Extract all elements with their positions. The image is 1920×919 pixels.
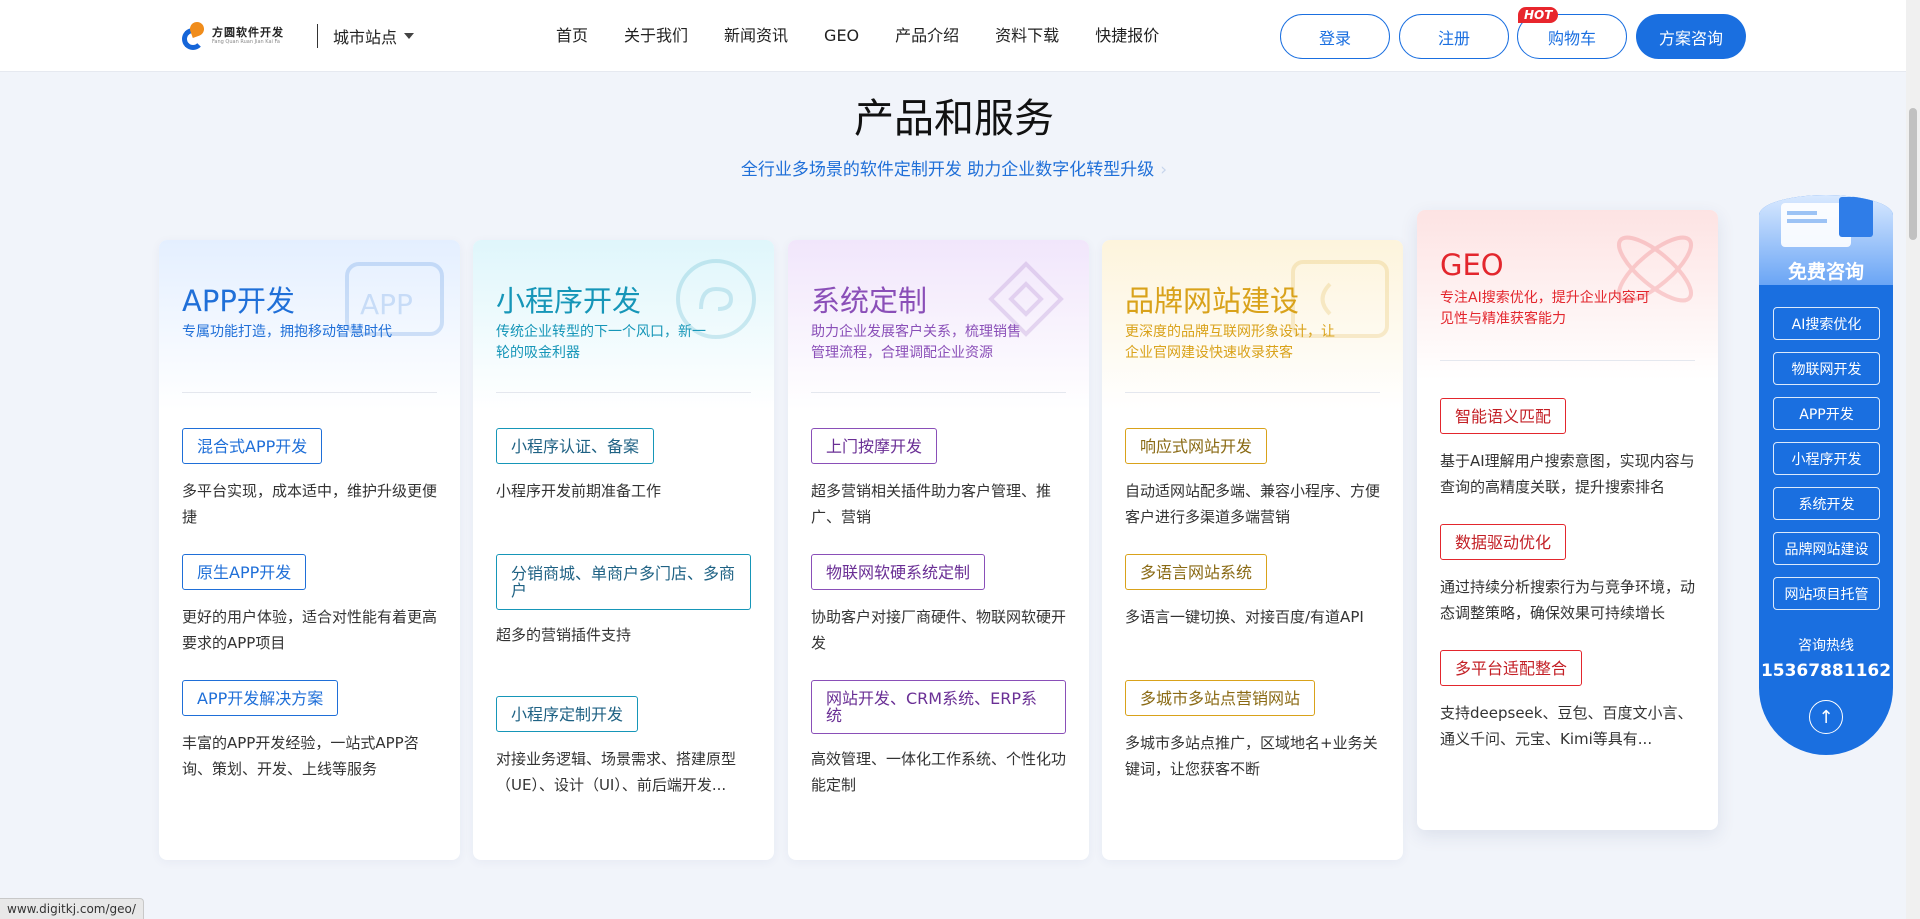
- card-item-text: 小程序开发前期准备工作: [496, 482, 662, 500]
- card-tag[interactable]: 响应式网站开发: [1125, 428, 1268, 464]
- nav-quote[interactable]: 快捷报价: [1095, 24, 1159, 48]
- card-tag[interactable]: 分销商城、单商户多门店、多商户: [496, 554, 751, 610]
- card-item-text: 多平台实现，成本适中，维护升级更便捷: [182, 482, 438, 526]
- hot-badge: HOT: [1518, 7, 1559, 23]
- consult-miniprogram-button[interactable]: 小程序开发: [1773, 442, 1880, 475]
- status-url: www.digitkj.com/geo/: [0, 898, 144, 919]
- logo-mark-icon: [182, 20, 206, 52]
- card-tag[interactable]: 小程序认证、备案: [496, 428, 655, 464]
- card-desc: 传统企业转型的下一个风口，新一轮的吸金利器: [496, 324, 706, 361]
- card-tag[interactable]: 多平台适配整合: [1440, 650, 1583, 686]
- main-nav: 首页 关于我们 新闻资讯 GEO 产品介绍 资料下载 快捷报价: [538, 24, 1177, 48]
- consult-iot-button[interactable]: 物联网开发: [1773, 352, 1880, 385]
- city-site-dropdown[interactable]: 城市站点: [333, 24, 415, 48]
- nav-news[interactable]: 新闻资讯: [724, 24, 788, 48]
- card-item-text: 对接业务逻辑、场景需求、搭建原型（UE）、设计（UI）、前后端开发...: [496, 750, 737, 794]
- consult-ai-seo-button[interactable]: AI搜索优化: [1773, 307, 1880, 340]
- city-site-label: 城市站点: [333, 28, 398, 47]
- card-desc: 专属功能打造，拥抱移动智慧时代: [182, 324, 392, 340]
- nav-about[interactable]: 关于我们: [624, 24, 688, 48]
- consult-button[interactable]: 方案咨询: [1636, 14, 1746, 59]
- consult-system-button[interactable]: 系统开发: [1773, 487, 1880, 520]
- site-logo[interactable]: 方圆软件开发 Fang Quan Ruan Jian Kai Fa: [182, 20, 284, 52]
- card-item-text: 多城市多站点推广，区域地名+业务关键词，让您获客不断: [1125, 734, 1378, 778]
- card-item-text: 协助客户对接厂商硬件、物联网软硬开发: [811, 608, 1067, 652]
- card-tag[interactable]: 混合式APP开发: [182, 428, 323, 464]
- card-item-text: 丰富的APP开发经验，一站式APP咨询、策划、开发、上线等服务: [182, 734, 419, 778]
- card-divider: [1125, 392, 1380, 393]
- nav-home[interactable]: 首页: [556, 24, 588, 48]
- login-button[interactable]: 登录: [1280, 14, 1390, 59]
- hotline-label: 咨询热线: [1798, 638, 1854, 654]
- card-item-text: 基于AI理解用户搜索意图，实现内容与查询的高精度关联，提升搜索排名: [1440, 452, 1695, 496]
- logo-divider: [317, 24, 318, 48]
- card-tag[interactable]: 智能语义匹配: [1440, 398, 1567, 434]
- site-header: 方圆软件开发 Fang Quan Ruan Jian Kai Fa 城市站点 首…: [0, 0, 1920, 72]
- register-button[interactable]: 注册: [1399, 14, 1509, 59]
- card-item-text: 支持deepseek、豆包、百度文小言、通义千问、元宝、Kimi等具有...: [1440, 704, 1693, 748]
- consult-brand-site-button[interactable]: 品牌网站建设: [1773, 532, 1880, 565]
- card-divider: [1440, 360, 1695, 361]
- card-tag[interactable]: 网站开发、CRM系统、ERP系统: [811, 680, 1066, 734]
- free-consult-panel: 免费咨询 AI搜索优化 物联网开发 APP开发 小程序开发 系统开发 品牌网站建…: [1759, 195, 1893, 755]
- section-title: 产品和服务: [854, 96, 1054, 142]
- service-card-miniprogram: 小程序开发 传统企业转型的下一个风口，新一轮的吸金利器 小程序认证、备案 小程序…: [473, 240, 774, 860]
- card-tag[interactable]: 上门按摩开发: [811, 428, 938, 464]
- card-title: APP开发: [182, 284, 295, 318]
- page-scrollbar[interactable]: [1906, 0, 1920, 919]
- hotline-phone[interactable]: 15367881162: [1759, 661, 1893, 681]
- nav-products[interactable]: 产品介绍: [895, 24, 959, 48]
- card-title: 品牌网站建设: [1125, 284, 1300, 318]
- service-card-system: 系统定制 助力企业发展客户关系，梳理销售管理流程，合理调配企业资源 上门按摩开发…: [788, 240, 1089, 860]
- logo-subname: Fang Quan Ruan Jian Kai Fa: [212, 39, 280, 45]
- consult-app-button[interactable]: APP开发: [1773, 397, 1880, 430]
- card-item-text: 更好的用户体验，适合对性能有着更高要求的APP项目: [182, 608, 438, 652]
- nav-geo[interactable]: GEO: [824, 24, 859, 48]
- card-tag[interactable]: APP开发解决方案: [182, 680, 339, 716]
- card-desc: 专注AI搜索优化，提升企业内容可见性与精准获客能力: [1440, 290, 1650, 327]
- card-desc: 助力企业发展客户关系，梳理销售管理流程，合理调配企业资源: [811, 324, 1021, 361]
- back-to-top-icon[interactable]: ↑: [1809, 700, 1843, 734]
- consult-title: 免费咨询: [1787, 261, 1864, 283]
- card-title: 小程序开发: [496, 284, 642, 318]
- card-tag[interactable]: 小程序定制开发: [496, 696, 639, 732]
- section-subtitle-text: 全行业多场景的软件定制开发 助力企业数字化转型升级: [740, 160, 1155, 180]
- service-card-app: APP APP开发 专属功能打造，拥抱移动智慧时代 混合式APP开发 多平台实现…: [159, 240, 460, 860]
- service-card-brand-website: 品牌网站建设 更深度的品牌互联网形象设计，让企业官网建设快速收录获客 响应式网站…: [1102, 240, 1403, 860]
- card-title: 系统定制: [811, 284, 928, 318]
- card-tag[interactable]: 数据驱动优化: [1440, 524, 1567, 560]
- svg-text:APP: APP: [360, 288, 413, 321]
- card-desc: 更深度的品牌互联网形象设计，让企业官网建设快速收录获客: [1125, 324, 1335, 361]
- scrollbar-thumb[interactable]: [1909, 108, 1917, 240]
- consult-hosting-button[interactable]: 网站项目托管: [1773, 577, 1880, 610]
- card-tag[interactable]: 多城市多站点营销网站: [1125, 680, 1316, 716]
- card-item-text: 高效管理、一体化工作系统、个性化功能定制: [811, 750, 1067, 794]
- card-divider: [811, 392, 1066, 393]
- card-divider: [182, 392, 437, 393]
- card-tag[interactable]: 物联网软硬系统定制: [811, 554, 986, 590]
- card-item-text: 通过持续分析搜索行为与竞争环境，动态调整策略，确保效果可持续增长: [1440, 578, 1696, 622]
- caret-down-icon: [404, 33, 415, 39]
- section-subtitle[interactable]: 全行业多场景的软件定制开发 助力企业数字化转型升级 ›: [0, 155, 1908, 180]
- nav-downloads[interactable]: 资料下载: [995, 24, 1059, 48]
- card-tag[interactable]: 原生APP开发: [182, 554, 307, 590]
- screen-illustration-icon: [1781, 197, 1873, 247]
- card-item-text: 自动适网站配多端、兼容小程序、方便客户进行多渠道多端营销: [1125, 482, 1381, 526]
- card-item-text: 超多的营销插件支持: [496, 626, 632, 644]
- card-tag[interactable]: 多语言网站系统: [1125, 554, 1268, 590]
- card-title: GEO: [1440, 248, 1504, 282]
- card-divider: [496, 392, 751, 393]
- card-item-text: 多语言一键切换、对接百度/有道API: [1125, 608, 1364, 626]
- card-item-text: 超多营销相关插件助力客户管理、推广、营销: [811, 482, 1052, 526]
- chevron-right-icon: ›: [1160, 160, 1168, 180]
- logo-name: 方圆软件开发: [212, 26, 284, 39]
- service-card-geo: GEO 专注AI搜索优化，提升企业内容可见性与精准获客能力 智能语义匹配 基于A…: [1417, 210, 1718, 830]
